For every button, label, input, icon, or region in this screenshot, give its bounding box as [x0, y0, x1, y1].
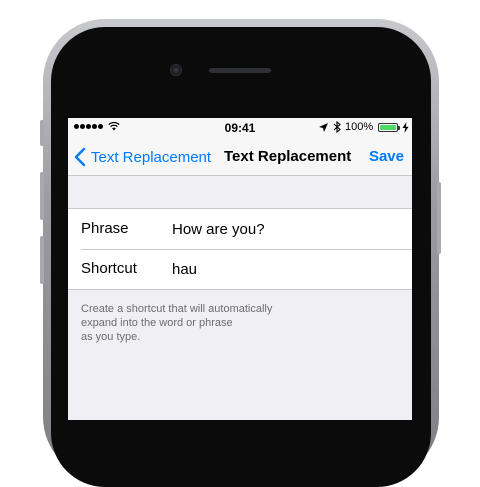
- location-arrow-icon: [319, 123, 328, 132]
- page-title: Text Replacement: [224, 148, 352, 165]
- shortcut-input[interactable]: [172, 249, 397, 289]
- shortcut-label: Shortcut: [81, 260, 137, 277]
- battery-percent: 100%: [345, 121, 374, 133]
- footer-note: Create a shortcut that will automaticall…: [81, 303, 273, 343]
- earpiece-speaker: [209, 68, 271, 73]
- status-bar: 09:41 100%: [68, 118, 412, 138]
- back-button[interactable]: Text Replacement: [74, 138, 211, 176]
- back-button-label: Text Replacement: [91, 148, 212, 166]
- battery-tip: [398, 126, 400, 130]
- save-button[interactable]: Save: [369, 138, 404, 176]
- bluetooth-icon: [333, 121, 341, 133]
- battery-level-fill: [380, 125, 396, 130]
- charging-bolt-icon: [402, 122, 409, 133]
- front-camera: [170, 64, 182, 76]
- mute-switch: [40, 120, 44, 146]
- navigation-bar: Text Replacement Text Replacement Save: [68, 138, 412, 176]
- text-replacement-form: Phrase Shortcut: [68, 208, 412, 290]
- power-button: [437, 182, 441, 254]
- phrase-row: Phrase: [68, 209, 412, 249]
- phone-screen: 09:41 100% Text Replacement Text Replace…: [68, 118, 412, 420]
- volume-up-button: [40, 172, 44, 220]
- chevron-left-icon: [74, 147, 86, 167]
- volume-down-button: [40, 236, 44, 284]
- shortcut-row: Shortcut: [68, 249, 412, 289]
- battery-icon: [378, 123, 398, 132]
- phrase-label: Phrase: [81, 220, 129, 237]
- phrase-input[interactable]: [172, 209, 397, 249]
